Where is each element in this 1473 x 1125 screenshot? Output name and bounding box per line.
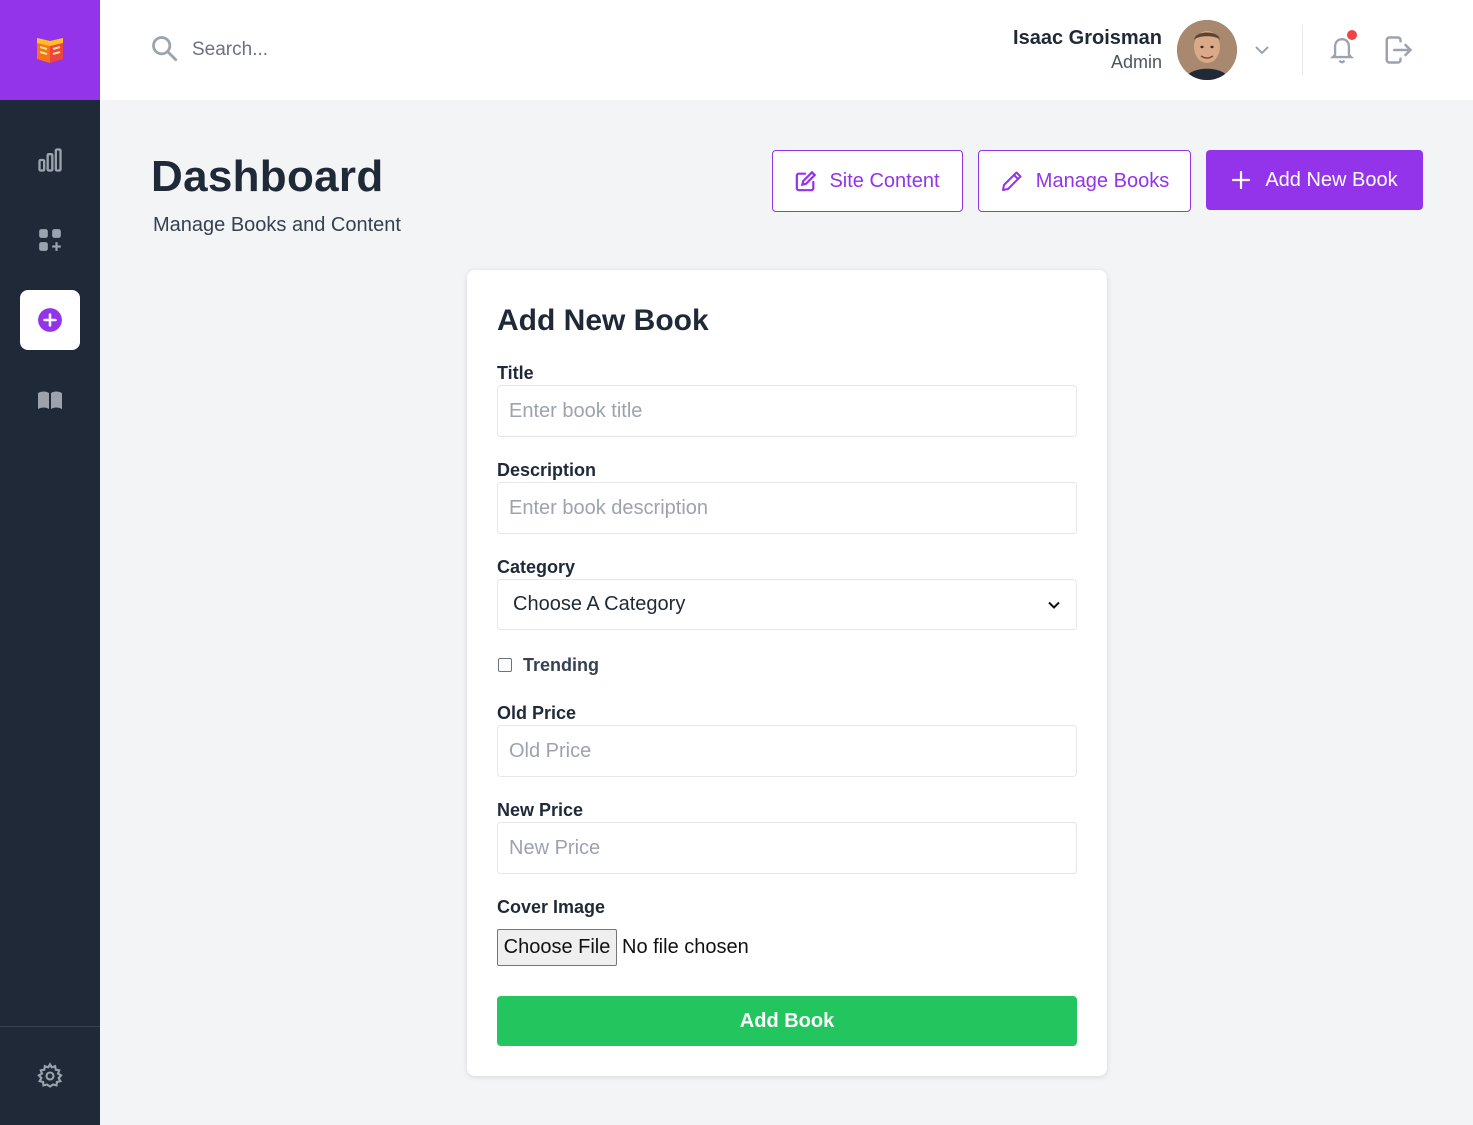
sidebar-item-analytics[interactable] <box>20 130 80 190</box>
pencil-icon <box>1001 171 1022 191</box>
edit-icon <box>796 170 817 192</box>
logo[interactable] <box>0 0 100 100</box>
trending-label[interactable]: Trending <box>523 655 599 676</box>
avatar[interactable] <box>1177 20 1237 80</box>
old-price-label: Old Price <box>497 703 577 723</box>
old-price-input[interactable] <box>497 725 1077 777</box>
add-new-book-label: Add New Book <box>1265 168 1398 191</box>
search-input[interactable] <box>192 30 492 70</box>
top-header: Isaac Groisman Admin <box>100 0 1473 100</box>
grid-add-icon <box>39 229 61 251</box>
description-input[interactable] <box>497 482 1077 534</box>
form-title: Add New Book <box>497 304 709 337</box>
choose-file-button[interactable]: Choose File <box>497 929 617 966</box>
manage-books-button[interactable]: Manage Books <box>978 150 1191 212</box>
sidebar <box>0 0 100 1125</box>
sidebar-item-settings[interactable] <box>20 1046 80 1106</box>
book-logo-icon <box>37 38 63 63</box>
category-selected-value: Choose A Category <box>513 593 686 615</box>
sidebar-divider <box>0 1026 100 1027</box>
description-label: Description <box>497 460 597 480</box>
avatar-image <box>1177 20 1237 80</box>
category-select[interactable]: Choose A Category <box>497 579 1077 630</box>
user-role: Admin <box>1110 52 1162 72</box>
category-label: Category <box>497 557 576 577</box>
page-subtitle: Manage Books and Content <box>153 214 401 236</box>
open-book-icon <box>38 391 62 409</box>
page-title: Dashboard <box>151 152 384 201</box>
new-price-label: New Price <box>497 800 584 820</box>
notification-dot <box>1347 30 1357 40</box>
search-icon <box>152 36 178 62</box>
title-input[interactable] <box>497 385 1077 437</box>
sidebar-item-dashboard[interactable] <box>20 210 80 270</box>
logout-icon[interactable] <box>1383 35 1413 65</box>
trending-checkbox[interactable] <box>498 658 512 672</box>
header-divider <box>1302 25 1303 75</box>
file-status: No file chosen <box>622 936 749 958</box>
bar-chart-icon <box>38 148 62 172</box>
add-book-submit-button[interactable]: Add Book <box>497 996 1077 1046</box>
plus-circle-icon <box>38 308 62 332</box>
add-new-book-button[interactable]: Add New Book <box>1206 150 1423 210</box>
add-book-card: Add New Book Title Description Category … <box>467 270 1107 1076</box>
site-content-button[interactable]: Site Content <box>772 150 963 212</box>
title-label: Title <box>497 363 534 383</box>
plus-icon <box>1232 170 1251 190</box>
site-content-label: Site Content <box>829 169 940 192</box>
manage-books-label: Manage Books <box>1035 169 1170 192</box>
sidebar-item-add-book[interactable] <box>20 290 80 350</box>
cover-image-label: Cover Image <box>497 897 606 917</box>
chevron-down-icon[interactable] <box>1252 40 1272 60</box>
sidebar-item-books[interactable] <box>20 370 80 430</box>
new-price-input[interactable] <box>497 822 1077 874</box>
chevron-down-icon <box>1048 601 1060 609</box>
user-name: Isaac Groisman <box>1013 27 1162 49</box>
gear-icon <box>37 1062 63 1088</box>
